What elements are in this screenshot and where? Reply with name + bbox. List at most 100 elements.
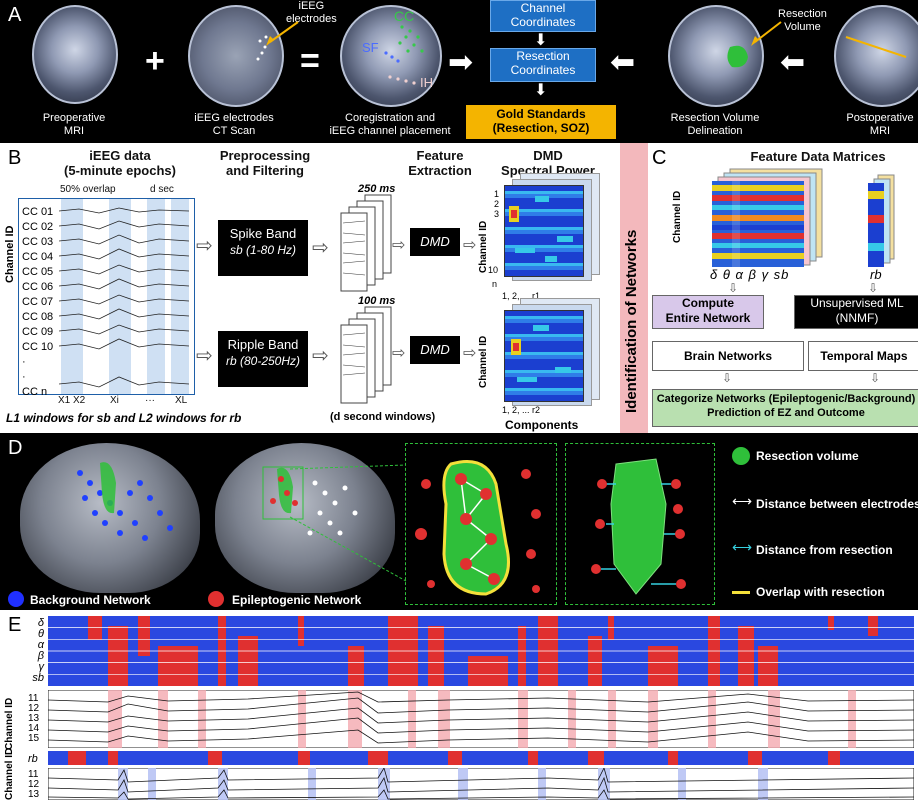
delineation-label: Resection Volume Delineation [670, 112, 760, 137]
temporal-maps-box: Temporal Maps [808, 341, 918, 371]
postop-pointer [845, 36, 907, 58]
equals-icon: = [300, 42, 320, 80]
ripple-window-stack [340, 306, 392, 404]
heat-1-ticks: 1 2 3 [494, 189, 499, 219]
distance-view [565, 443, 715, 605]
cc-label: CC [394, 8, 415, 24]
spike-band-box: Spike Band sb (1-80 Hz) [218, 220, 308, 276]
e-channel-tick: 15 [28, 733, 40, 744]
band-sb: sb [32, 672, 44, 684]
channel-label: CC 04 [22, 251, 54, 263]
tick: 2 [494, 199, 500, 209]
double-arrow-white-icon: ⟷ [732, 493, 753, 509]
categorize-box: Categorize Networks (Epileptogenic/Backg… [652, 389, 918, 427]
dmd-box-2: DMD [410, 336, 460, 364]
panel-a-letter: A [8, 4, 22, 26]
heatmap-2 [504, 310, 584, 402]
channel-id-axis: Channel ID [4, 226, 16, 283]
channel-label: CC 02 [22, 221, 54, 233]
band-labels: δ θ α β γ sb [710, 267, 790, 282]
channel-label: CC 05 [22, 266, 54, 278]
epileptogenic-network-swatch [208, 591, 224, 607]
eeg-traces-e-2 [48, 768, 914, 800]
plus-icon: + [145, 42, 165, 80]
overlap-line-swatch [732, 591, 750, 594]
x-label-dots: ··· [145, 395, 155, 406]
channel-list: CC 01 CC 02 CC 03 CC 04 CC 05 CC 06 CC 0… [22, 205, 53, 400]
identification-strip: Identification of Networks [620, 143, 648, 433]
e-channel-ticks-2: 11 12 13 [28, 770, 39, 800]
ripple-band-title: Ripple Band [227, 337, 299, 352]
channel-label: CC 08 [22, 311, 54, 323]
dmd-box-1-text: DMD [420, 234, 450, 249]
tick: 1 [494, 189, 500, 199]
ct-scan-label: iEEG electrodes CT Scan [194, 112, 274, 137]
left-arrow-icon: ⬅ [610, 46, 636, 79]
arrow-to-spike: ⇨ [196, 235, 213, 257]
legend-resection-volume: Resection volume [756, 449, 859, 463]
arrow-to-dmd-2: ⇨ [392, 345, 406, 362]
brain-networks-box: Brain Networks [652, 341, 804, 371]
e-channel-id-text: Channel ID [4, 697, 15, 750]
arrow-to-heat-1: ⇨ [463, 237, 477, 254]
spike-window-stack [340, 194, 392, 292]
coregistration-image [340, 5, 442, 107]
arrow-down-categorize: ⇩ [722, 371, 733, 385]
panel-e: E δ θ α β γ sb Channel ID 11 12 13 14 15 [0, 610, 918, 800]
channel-label: CC 01 [22, 206, 54, 218]
sagittal-mri-1 [20, 443, 200, 593]
panel-b-letter: B [8, 147, 22, 169]
panel-a: A Preoperative MRI + iEEG electrodes iEE… [0, 0, 918, 143]
dsec-windows-label: (d second windows) [330, 411, 436, 423]
c-ylabel-text: Channel ID [672, 190, 683, 243]
electrode-pointer-arrow [266, 21, 299, 46]
background-network-label: Background Network [30, 593, 151, 607]
dmd-box-2-text: DMD [420, 342, 450, 357]
gold-standards-box: Gold Standards (Resection, SOZ) [466, 105, 616, 139]
heatmap-1-hotspots [509, 196, 573, 262]
channel-label: CC 07 [22, 296, 54, 308]
sf-label: SF [362, 40, 379, 55]
dmd-box-1: DMD [410, 228, 460, 256]
resection-coordinates-box: Resection Coordinates [490, 48, 596, 82]
x-label-l: XL [175, 395, 188, 406]
zoom-network-view [405, 443, 557, 605]
c-ylabel: Channel ID [672, 191, 683, 243]
arrow-to-ripple: ⇨ [196, 345, 213, 367]
channel-label: CC 06 [22, 281, 54, 293]
resection-volume-swatch [732, 447, 750, 465]
x-label-i: Xi [110, 395, 119, 406]
heat-ylabel-2: Channel ID [478, 336, 489, 388]
x-label-1: X1 X2 [58, 395, 86, 406]
panel-c-letter: C [652, 147, 667, 169]
heatmap-2-hotspots [511, 325, 571, 382]
e-channel-id-axis: Channel ID [4, 698, 15, 750]
preop-mri-image [32, 5, 118, 104]
legend-overlap: Overlap with resection [756, 585, 885, 599]
heatmap-1 [504, 185, 584, 277]
ieeg-data-title: iEEG data (5-minute epochs) [64, 148, 176, 178]
dsec-label: d sec [150, 184, 174, 195]
down-arrow-icon: ⬇ [534, 32, 548, 49]
postop-mri-label: Postoperative MRI [846, 112, 914, 137]
channel-label: · [22, 356, 26, 368]
overlap-label: 50% overlap [60, 184, 116, 195]
heat-1-tick-n: n [492, 279, 498, 289]
feature-extraction-title: Feature Extraction [408, 148, 472, 178]
left-arrow-icon-2: ⬅ [780, 46, 806, 79]
double-arrow-cyan-icon: ⟷ [732, 539, 753, 555]
feature-matrices [712, 168, 895, 267]
ripple-band-box: Ripple Band rb (80-250Hz) [218, 331, 308, 387]
preprocessing-title: Preprocessing and Filtering [219, 148, 311, 178]
e-channel-id-axis-2: Channel ID [4, 748, 15, 800]
identification-label: Identification of Networks [623, 229, 640, 413]
compute-network-box: Compute Entire Network [652, 295, 764, 329]
zoom-connector-lines [289, 464, 407, 582]
temporal-map-bands [48, 616, 914, 686]
channel-label: · [22, 371, 26, 383]
channel-label: CC 09 [22, 326, 54, 338]
legend-distance-resection: Distance from resection [756, 543, 893, 557]
background-network-dots [77, 462, 173, 541]
coregistration-label: Coregistration and iEEG channel placemen… [329, 112, 451, 137]
e-channel-ticks: 11 12 13 14 15 [28, 694, 39, 744]
